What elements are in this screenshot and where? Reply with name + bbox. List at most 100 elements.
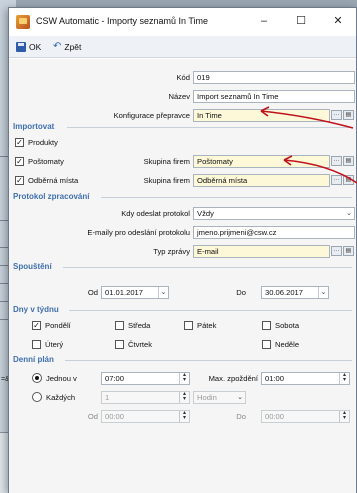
utery-label: Úterý (45, 340, 64, 349)
spin-icon[interactable]: ▴ ▾ (339, 373, 349, 384)
chevron-down-icon: ⌄ (318, 287, 328, 298)
section-divider (65, 360, 352, 361)
toolbar: OK ↶ Zpět (9, 36, 356, 58)
back-button-label: Zpět (64, 42, 82, 52)
skupina-odberna-detail-button[interactable]: ▤ (343, 175, 354, 185)
postomaty-checkbox[interactable]: ✓ (15, 157, 24, 166)
spin-icon[interactable]: ▴ ▾ (179, 411, 189, 422)
kazdych-value: 1 (105, 393, 110, 402)
kazdych-input[interactable]: 1 ▴ ▾ (101, 391, 190, 404)
do-date-value: 30.06.2017 (265, 288, 304, 297)
do-date-picker[interactable]: 30.06.2017 ⌄ (261, 286, 329, 299)
nedele-checkbox[interactable] (262, 340, 271, 349)
spousteni-section-title: Spouštění (13, 262, 52, 271)
spin-icon[interactable]: ▴ ▾ (339, 411, 349, 422)
jednou-time-input[interactable]: 07:00 ▴ ▾ (101, 372, 190, 385)
unit-value: Hodin (197, 393, 217, 402)
max-zpozdeni-value: 01:00 (265, 374, 285, 383)
save-disk-icon (16, 42, 26, 52)
max-zpozdeni-input[interactable]: 01:00 ▴ ▾ (261, 372, 350, 385)
ctvrtek-checkbox[interactable] (115, 340, 124, 349)
typ-zpravy-lookup-button[interactable]: ··· (331, 246, 342, 256)
streda-checkbox[interactable] (115, 321, 124, 330)
konfigurace-detail-button[interactable]: ▤ (343, 110, 354, 120)
emaily-input[interactable]: jmeno.prijmeni@csw.cz (193, 226, 355, 239)
nazev-input[interactable]: Import seznamů In Time (193, 90, 355, 103)
section-divider (69, 310, 352, 311)
kdy-odeslat-value: Vždy (197, 209, 214, 218)
produkty-checkbox[interactable]: ✓ (15, 138, 24, 147)
skupina-postomaty-detail-button[interactable]: ▤ (343, 156, 354, 166)
od-label: Od (87, 288, 98, 297)
kazdych-radio[interactable] (32, 392, 42, 402)
kdy-odeslat-select[interactable]: Vždy ⌄ (193, 207, 355, 220)
denni-plan-section-title: Denní plán (13, 355, 54, 364)
od-date-value: 01.01.2017 (105, 288, 144, 297)
skupina-firem-label: Skupina firem (143, 157, 190, 166)
unit-select[interactable]: Hodin ⌄ (193, 391, 246, 404)
typ-zpravy-label: Typ zprávy (153, 247, 190, 256)
chevron-down-icon: ⌄ (158, 287, 168, 298)
kazdych-label: Každých (46, 393, 76, 402)
form-area: Kód 019 Název Import seznamů In Time Kon… (9, 59, 356, 493)
kod-input[interactable]: 019 (193, 71, 355, 84)
pondeli-checkbox[interactable]: ✓ (32, 321, 41, 330)
maximize-button[interactable]: ☐ (290, 11, 312, 31)
konfigurace-lookup-button[interactable]: ··· (331, 110, 342, 120)
back-arrow-icon: ↶ (53, 41, 62, 52)
ok-button[interactable]: OK (16, 40, 41, 54)
window-title: CSW Automatic - Importy seznamů In Time (36, 16, 209, 26)
plan-do-input[interactable]: 00:00 ▴ ▾ (261, 410, 350, 423)
plan-do-value: 00:00 (265, 412, 285, 421)
spin-icon[interactable]: ▴ ▾ (179, 392, 189, 403)
nazev-label: Název (168, 92, 190, 101)
konfigurace-label: Konfigurace přepravce (113, 111, 190, 120)
dny-section-title: Dny v týdnu (13, 305, 59, 314)
chevron-down-icon: ⌄ (346, 210, 352, 217)
jednou-label: Jednou v (46, 374, 77, 383)
app-icon (16, 15, 30, 29)
minimize-button[interactable]: – (253, 11, 275, 31)
protokol-section-title: Protokol zpracování (13, 192, 90, 201)
dialog-window: CSW Automatic - Importy seznamů In Time … (8, 7, 357, 493)
odberna-mista-checkbox[interactable]: ✓ (15, 176, 24, 185)
title-bar[interactable]: CSW Automatic - Importy seznamů In Time … (9, 8, 356, 36)
konfigurace-input[interactable]: In Time (193, 109, 330, 122)
section-divider (101, 197, 352, 198)
produkty-label: Produkty (28, 138, 58, 147)
patek-checkbox[interactable] (184, 321, 193, 330)
skupina-odberna-input[interactable]: Odběrná místa (193, 174, 330, 187)
max-zpozdeni-label: Max. zpoždění (208, 374, 258, 383)
kod-label: Kód (176, 73, 190, 82)
nedele-label: Neděle (275, 340, 300, 349)
sobota-label: Sobota (275, 321, 300, 330)
skupina-postomaty-input[interactable]: Poštomaty (193, 155, 330, 168)
utery-checkbox[interactable] (32, 340, 41, 349)
section-divider (67, 127, 352, 128)
streda-label: Středa (128, 321, 151, 330)
sobota-checkbox[interactable] (262, 321, 271, 330)
skupina-odberna-lookup-button[interactable]: ··· (331, 175, 342, 185)
pondeli-label: Pondělí (45, 321, 71, 330)
skupina-firem-label: Skupina firem (143, 176, 190, 185)
plan-do-label: Do (236, 412, 246, 421)
chevron-down-icon: ⌄ (237, 394, 243, 401)
spin-icon[interactable]: ▴ ▾ (179, 373, 189, 384)
plan-od-label: Od (87, 412, 98, 421)
typ-zpravy-detail-button[interactable]: ▤ (343, 246, 354, 256)
close-button[interactable]: ✕ (327, 11, 349, 31)
patek-label: Pátek (197, 321, 217, 330)
plan-od-input[interactable]: 00:00 ▴ ▾ (101, 410, 190, 423)
ctvrtek-label: Čtvrtek (128, 340, 153, 349)
importovat-section-title: Importovat (13, 122, 55, 131)
do-label: Do (236, 288, 246, 297)
postomaty-label: Poštomaty (28, 157, 64, 166)
jednou-radio[interactable] (32, 373, 42, 383)
odberna-mista-label: Odběrná místa (28, 176, 79, 185)
skupina-postomaty-lookup-button[interactable]: ··· (331, 156, 342, 166)
section-divider (63, 267, 352, 268)
od-date-picker[interactable]: 01.01.2017 ⌄ (101, 286, 169, 299)
typ-zpravy-input[interactable]: E-mail (193, 245, 330, 258)
ok-button-label: OK (29, 42, 42, 52)
back-button[interactable]: ↶ Zpět (53, 40, 81, 54)
